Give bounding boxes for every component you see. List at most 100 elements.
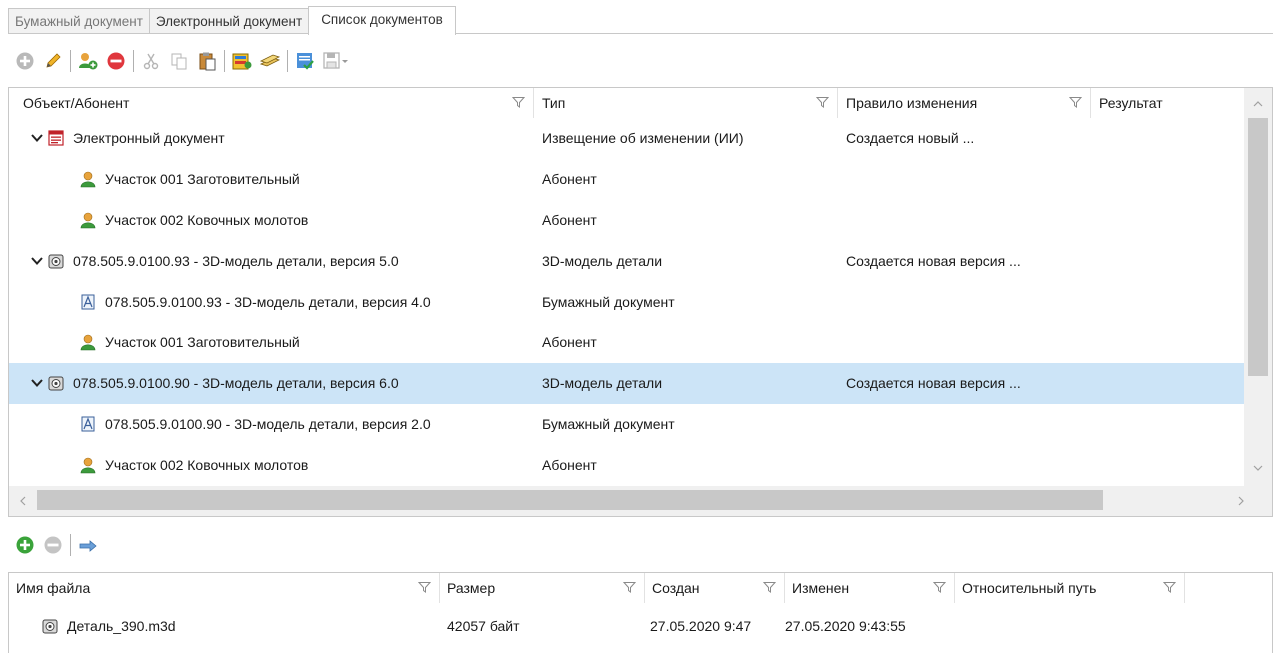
object-name: 078.505.9.0100.93 - 3D-модель детали, ве… xyxy=(105,293,431,310)
apply-changes-button[interactable] xyxy=(294,50,316,72)
object-name: 078.505.9.0100.90 - 3D-модель детали, ве… xyxy=(105,415,431,432)
tree-row[interactable]: Участок 002 Ковочных молотов Абонент xyxy=(9,200,1245,241)
horizontal-scroll-thumb[interactable] xyxy=(37,490,1103,510)
tree-row[interactable]: Участок 001 Заготовительный Абонент xyxy=(9,322,1245,363)
scissors-icon xyxy=(143,53,159,70)
tree-row[interactable]: Участок 002 Ковочных молотов Абонент xyxy=(9,444,1245,485)
toolbar-separator xyxy=(287,50,288,72)
scroll-up-icon[interactable] xyxy=(1252,98,1264,110)
remove-icon xyxy=(44,536,62,554)
column-header-relative-path[interactable]: Относительный путь xyxy=(955,573,1185,603)
column-header-created[interactable]: Создан xyxy=(645,573,785,603)
column-header-object[interactable]: Объект/Абонент xyxy=(9,88,534,118)
object-cell: Участок 001 Заготовительный xyxy=(9,333,534,351)
chevron-down-icon[interactable] xyxy=(29,375,45,391)
copy-button[interactable] xyxy=(168,50,190,72)
edit-button[interactable] xyxy=(42,50,64,72)
column-header-change-rule[interactable]: Правило изменения xyxy=(838,88,1091,118)
remove-icon xyxy=(107,52,125,70)
column-header-label: Объект/Абонент xyxy=(23,95,130,111)
filter-icon[interactable] xyxy=(418,581,431,594)
type-cell: Абонент xyxy=(542,211,597,228)
object-name: Участок 002 Ковочных молотов xyxy=(105,456,309,473)
object-cell: Участок 001 Заготовительный xyxy=(9,170,534,188)
add-file-button[interactable] xyxy=(14,534,36,556)
change-rule-cell: Создается новый ... xyxy=(846,130,975,147)
manage-subscribers-button[interactable] xyxy=(231,50,253,72)
file-created-cell: 27.05.2020 9:47 xyxy=(645,618,785,634)
open-file-button[interactable] xyxy=(77,534,99,556)
filter-icon[interactable] xyxy=(1069,96,1082,109)
subscribers-book-icon xyxy=(232,53,252,70)
tab-paper-document[interactable]: Бумажный документ xyxy=(8,8,149,34)
file-modified-cell: 27.05.2020 9:43:55 xyxy=(785,618,955,634)
object-cell: 078.505.9.0100.90 - 3D-модель детали, ве… xyxy=(9,374,534,392)
tree-row[interactable]: 078.505.9.0100.90 - 3D-модель детали, ве… xyxy=(9,362,1245,404)
add-button[interactable] xyxy=(14,50,36,72)
documents-stack-button[interactable] xyxy=(259,50,281,72)
tree-row[interactable]: 078.505.9.0100.93 - 3D-модель детали, ве… xyxy=(9,240,1245,281)
file-modified: 27.05.2020 9:43:55 xyxy=(785,618,906,634)
save-icon xyxy=(323,52,348,69)
files-grid-header: Имя файла Размер Создан Изменен Относите… xyxy=(9,573,1185,603)
change-rule-cell: Создается новая версия ... xyxy=(846,252,1021,269)
remove-file-button[interactable] xyxy=(42,534,64,556)
filter-icon[interactable] xyxy=(816,96,829,109)
vertical-scroll-thumb[interactable] xyxy=(1248,118,1268,376)
documents-stack-icon xyxy=(259,54,281,67)
remove-button[interactable] xyxy=(105,50,127,72)
add-subscriber-icon xyxy=(79,53,98,70)
tab-electronic-document[interactable]: Электронный документ xyxy=(148,8,309,34)
tab-divider xyxy=(8,33,1273,34)
add-icon xyxy=(16,52,34,70)
object-name: Участок 002 Ковочных молотов xyxy=(105,211,309,228)
3d-model-icon xyxy=(42,619,58,634)
object-name: Участок 001 Заготовительный xyxy=(105,171,300,188)
toolbar-separator xyxy=(70,534,71,556)
subscriber-icon xyxy=(80,171,96,188)
chevron-down-icon[interactable] xyxy=(29,130,45,146)
column-header-file-name[interactable]: Имя файла xyxy=(9,573,440,603)
filter-icon[interactable] xyxy=(763,581,776,594)
type-cell: 3D-модель детали xyxy=(542,252,663,269)
object-name: 078.505.9.0100.93 - 3D-модель детали, ве… xyxy=(73,252,399,269)
file-row[interactable]: Деталь_390.m3d 42057 байт 27.05.2020 9:4… xyxy=(9,609,955,643)
filter-icon[interactable] xyxy=(1163,581,1176,594)
save-dropdown-button[interactable] xyxy=(322,50,350,72)
cut-button[interactable] xyxy=(140,50,162,72)
vertical-scrollbar[interactable] xyxy=(1244,88,1272,486)
column-header-size[interactable]: Размер xyxy=(440,573,645,603)
object-cell: 078.505.9.0100.90 - 3D-модель детали, ве… xyxy=(9,415,534,433)
scroll-right-icon[interactable] xyxy=(1235,495,1247,507)
chevron-down-icon[interactable] xyxy=(29,253,45,269)
column-header-label: Правило изменения xyxy=(846,95,978,111)
document-list-grid: Объект/Абонент Тип Правило изменения Рез… xyxy=(8,87,1273,517)
filter-icon[interactable] xyxy=(512,96,525,109)
horizontal-scrollbar[interactable] xyxy=(9,486,1272,516)
tree-row[interactable]: 078.505.9.0100.93 - 3D-модель детали, ве… xyxy=(9,281,1245,322)
column-header-modified[interactable]: Изменен xyxy=(785,573,955,603)
file-created: 27.05.2020 9:47 xyxy=(650,618,752,634)
type-cell: Извещение об изменении (ИИ) xyxy=(542,130,744,147)
tab-document-list[interactable]: Список документов xyxy=(308,6,456,35)
object-name: Участок 001 Заготовительный xyxy=(105,334,300,351)
scroll-down-icon[interactable] xyxy=(1252,462,1264,474)
file-size-cell: 42057 байт xyxy=(440,618,645,634)
type-cell: Абонент xyxy=(542,334,597,351)
tree-row[interactable]: Электронный документ Извещение об изменен… xyxy=(9,118,1245,159)
tree-row[interactable]: Участок 001 Заготовительный Абонент xyxy=(9,159,1245,200)
file-name-cell: Деталь_390.m3d xyxy=(9,617,440,635)
paste-button[interactable] xyxy=(196,50,218,72)
type-cell: Бумажный документ xyxy=(542,293,675,310)
type-cell: 3D-модель детали xyxy=(542,375,663,392)
pencil-icon xyxy=(46,53,61,68)
scroll-left-icon[interactable] xyxy=(17,495,29,507)
subscriber-icon xyxy=(80,335,96,351)
copy-icon xyxy=(171,53,187,70)
add-subscriber-button[interactable] xyxy=(77,50,99,72)
filter-icon[interactable] xyxy=(623,581,636,594)
filter-icon[interactable] xyxy=(933,581,946,594)
column-header-type[interactable]: Тип xyxy=(534,88,838,118)
tree-row[interactable]: 078.505.9.0100.90 - 3D-модель детали, ве… xyxy=(9,404,1245,445)
column-header-result[interactable]: Результат xyxy=(1091,88,1245,118)
